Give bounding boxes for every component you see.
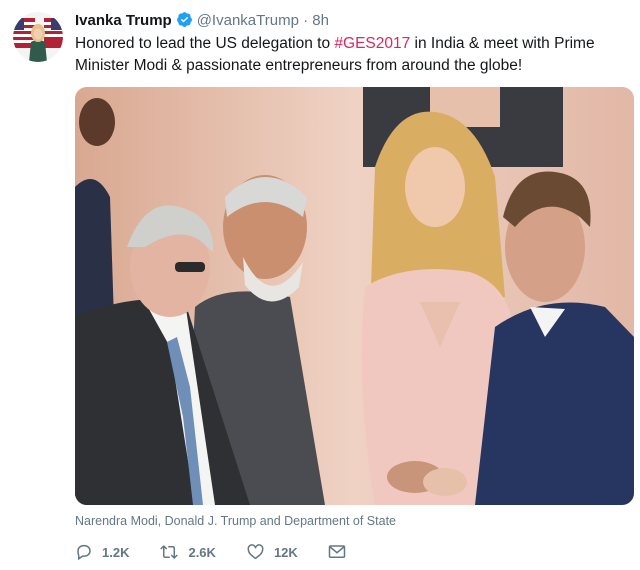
tweet-photo[interactable] xyxy=(75,87,634,505)
like-count: 12K xyxy=(273,544,298,560)
author-handle[interactable]: @IvankaTrump xyxy=(197,12,299,29)
tweet-actions: 1.2K 2.6K 12K xyxy=(75,540,385,564)
tweet-text: Honored to lead the US delegation to #GE… xyxy=(75,33,620,77)
direct-message-button[interactable] xyxy=(328,544,355,560)
tweet-timestamp[interactable]: 8h xyxy=(312,12,329,29)
like-button[interactable]: 12K xyxy=(246,543,298,561)
avatar-image xyxy=(13,12,63,62)
author-name[interactable]: Ivanka Trump xyxy=(75,12,172,29)
reply-count: 1.2K xyxy=(102,544,130,560)
tweet-text-part1: Honored to lead the US delegation to xyxy=(75,35,335,52)
photo-illustration xyxy=(75,87,634,505)
retweet-button[interactable]: 2.6K xyxy=(159,543,216,561)
verified-badge-icon xyxy=(176,11,193,34)
tweet-header: Ivanka Trump @IvankaTrump · 8h xyxy=(75,11,329,34)
retweet-count: 2.6K xyxy=(188,544,216,560)
reply-icon xyxy=(77,544,91,561)
avatar[interactable] xyxy=(13,12,63,62)
retweet-icon xyxy=(160,545,179,559)
direct-message-icon xyxy=(328,545,346,558)
like-icon xyxy=(247,544,264,560)
hashtag-link[interactable]: #GES2017 xyxy=(334,35,410,52)
header-separator: · xyxy=(303,12,309,29)
media-caption[interactable]: Narendra Modi, Donald J. Trump and Depar… xyxy=(75,514,396,528)
reply-button[interactable]: 1.2K xyxy=(75,543,129,561)
